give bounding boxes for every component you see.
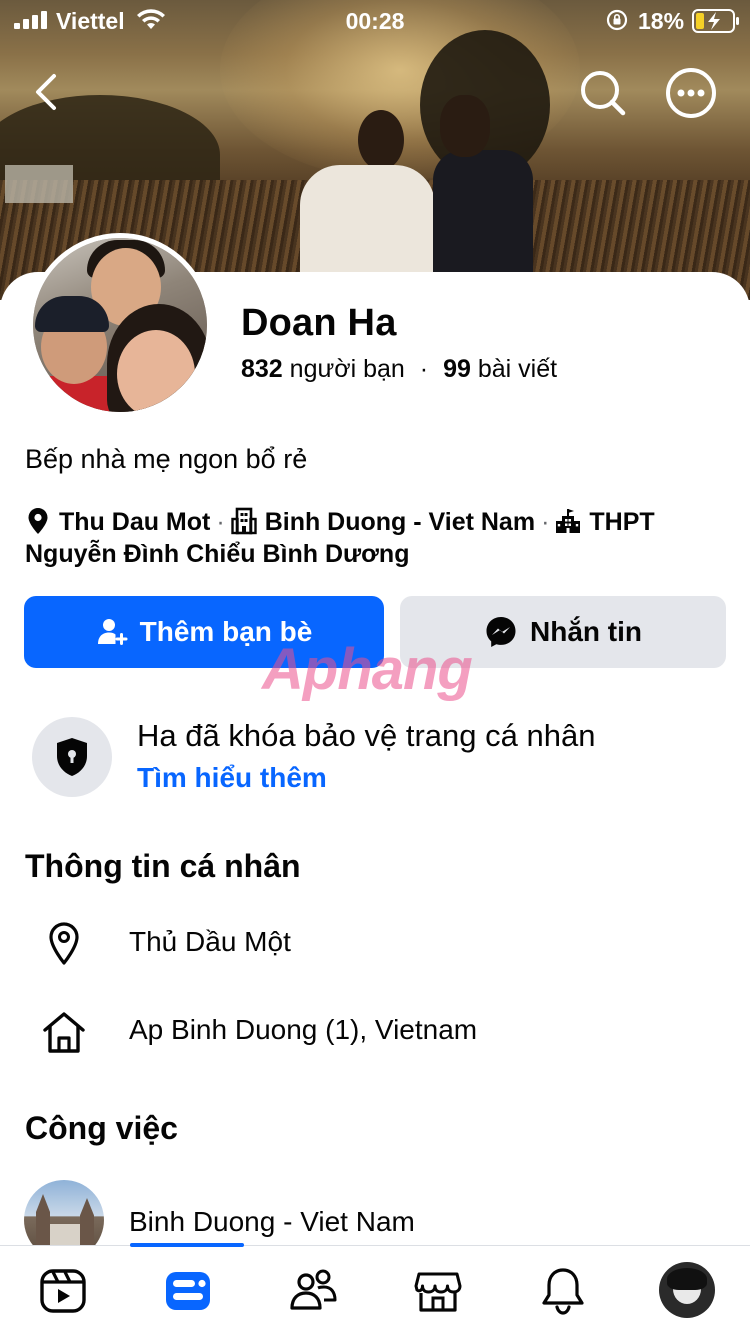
- rotation-lock-icon: [606, 9, 628, 31]
- messenger-icon: [486, 617, 516, 647]
- watermark-logo: Aphang: [262, 637, 473, 702]
- tab-friends[interactable]: [288, 1266, 338, 1316]
- cover-dress: [300, 165, 435, 285]
- detail-separator: ·: [541, 508, 550, 536]
- profile-details: Thu Dau Mot · Binh Duong - Viet Nam · THPT…: [25, 506, 725, 570]
- marketplace-icon: [414, 1272, 462, 1312]
- work-section-title: Công việc: [25, 1110, 178, 1146]
- bottom-tab-bar: [0, 1243, 750, 1334]
- tab-marketplace[interactable]: [413, 1266, 463, 1316]
- shield-lock-icon: [57, 738, 87, 776]
- battery-percent: 18%: [638, 8, 685, 34]
- detail-city: Thu Dau Mot: [59, 508, 211, 536]
- home-icon: [43, 1012, 85, 1053]
- profile-card: [0, 272, 750, 1252]
- profile-bio: Bếp nhà mẹ ngon bổ rẻ: [25, 444, 308, 474]
- profile-name: Doan Ha: [241, 302, 397, 344]
- bell-icon: [542, 1268, 584, 1315]
- stats-separator: ·: [419, 355, 429, 383]
- cover-groom: [433, 150, 533, 280]
- personal-info-title: Thông tin cá nhân: [25, 848, 301, 884]
- info-row-home: Ap Binh Duong (1), Vietnam: [0, 1004, 750, 1064]
- battery-icon: [692, 9, 739, 33]
- more-button[interactable]: [664, 66, 718, 120]
- detail-work: Binh Duong - Viet Nam: [264, 508, 536, 536]
- detail-separator: ·: [216, 508, 225, 536]
- info-home: Ap Binh Duong (1), Vietnam: [129, 1014, 478, 1045]
- info-row-city: Thủ Dầu Một: [0, 916, 750, 976]
- posts-label: bài viết: [477, 355, 558, 383]
- profile-card-icon: [166, 1272, 210, 1310]
- message-label: Nhắn tin: [530, 616, 642, 647]
- school-icon: [556, 509, 581, 533]
- location-pin-outline-icon: [49, 922, 79, 965]
- add-friend-icon: [97, 619, 128, 645]
- back-button[interactable]: [26, 70, 70, 114]
- search-icon: [581, 71, 626, 116]
- status-bar: Viettel 00:28 18%: [0, 0, 750, 40]
- cover-shed: [5, 165, 73, 203]
- work-item[interactable]: Binh Duong - Viet Nam: [0, 1178, 750, 1260]
- tab-profile[interactable]: [163, 1266, 213, 1316]
- location-pin-icon: [28, 508, 48, 534]
- tab-video[interactable]: [38, 1266, 88, 1316]
- posts-count: 99: [443, 355, 471, 383]
- more-horizontal-icon: [666, 68, 716, 118]
- cover-groom-head: [440, 95, 490, 157]
- search-button[interactable]: [578, 68, 628, 118]
- friends-count[interactable]: 832: [241, 355, 283, 383]
- profile-stats: 832 người bạn · 99 bài viết: [241, 355, 557, 384]
- tab-my-profile-avatar[interactable]: [659, 1262, 715, 1318]
- shield-lock-badge: [32, 717, 112, 797]
- info-city: Thủ Dầu Một: [129, 926, 291, 957]
- friends-icon: [290, 1269, 337, 1310]
- active-tab-indicator: [130, 1243, 244, 1247]
- profile-avatar[interactable]: [28, 233, 212, 417]
- building-icon: [230, 507, 257, 535]
- tab-notifications[interactable]: [538, 1266, 588, 1316]
- learn-more-link[interactable]: Tìm hiểu thêm: [137, 762, 327, 794]
- work-item-label: Binh Duong - Viet Nam: [129, 1206, 415, 1237]
- lock-notice-title: Ha đã khóa bảo vệ trang cá nhân: [137, 718, 596, 753]
- friends-label[interactable]: người bạn: [290, 355, 405, 383]
- video-icon: [40, 1269, 86, 1313]
- cover-bride: [358, 110, 404, 170]
- chevron-left-icon: [36, 74, 56, 110]
